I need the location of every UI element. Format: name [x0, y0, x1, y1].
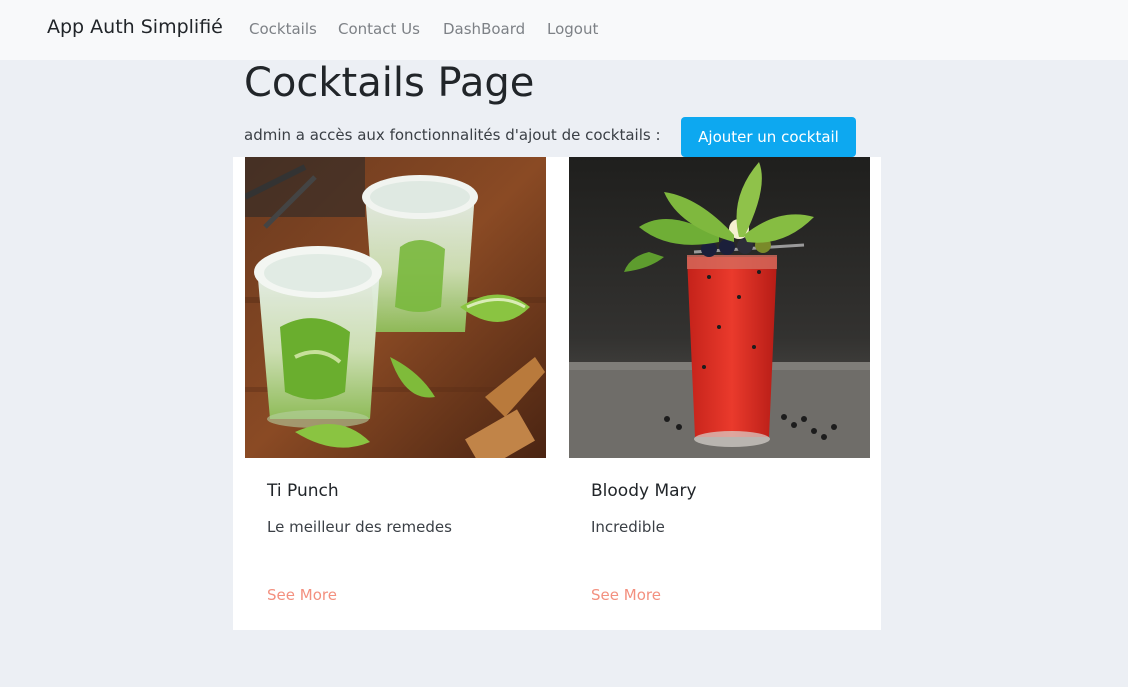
navbar: App Auth Simplifié Cocktails Contact Us … — [0, 0, 1128, 60]
see-more-link-bloody-mary[interactable]: See More — [591, 586, 661, 604]
nav-link-contact-us[interactable]: Contact Us — [338, 20, 420, 38]
page-title: Cocktails Page — [244, 60, 535, 106]
cocktail-title-bloody-mary: Bloody Mary — [591, 481, 697, 501]
nav-link-cocktails[interactable]: Cocktails — [249, 20, 317, 38]
see-more-link-ti-punch[interactable]: See More — [267, 586, 337, 604]
nav-link-dashboard[interactable]: DashBoard — [443, 20, 525, 38]
add-cocktail-button[interactable]: Ajouter un cocktail — [681, 117, 856, 157]
cocktail-title-ti-punch: Ti Punch — [267, 481, 339, 501]
cocktail-description-bloody-mary: Incredible — [591, 518, 665, 536]
cocktail-description-ti-punch: Le meilleur des remedes — [267, 518, 452, 536]
admin-access-text: admin a accès aux fonctionnalités d'ajou… — [244, 126, 661, 144]
bloody-mary-image — [569, 157, 870, 458]
nav-link-logout[interactable]: Logout — [547, 20, 598, 38]
navbar-brand[interactable]: App Auth Simplifié — [47, 16, 223, 38]
ti-punch-image — [245, 157, 546, 458]
